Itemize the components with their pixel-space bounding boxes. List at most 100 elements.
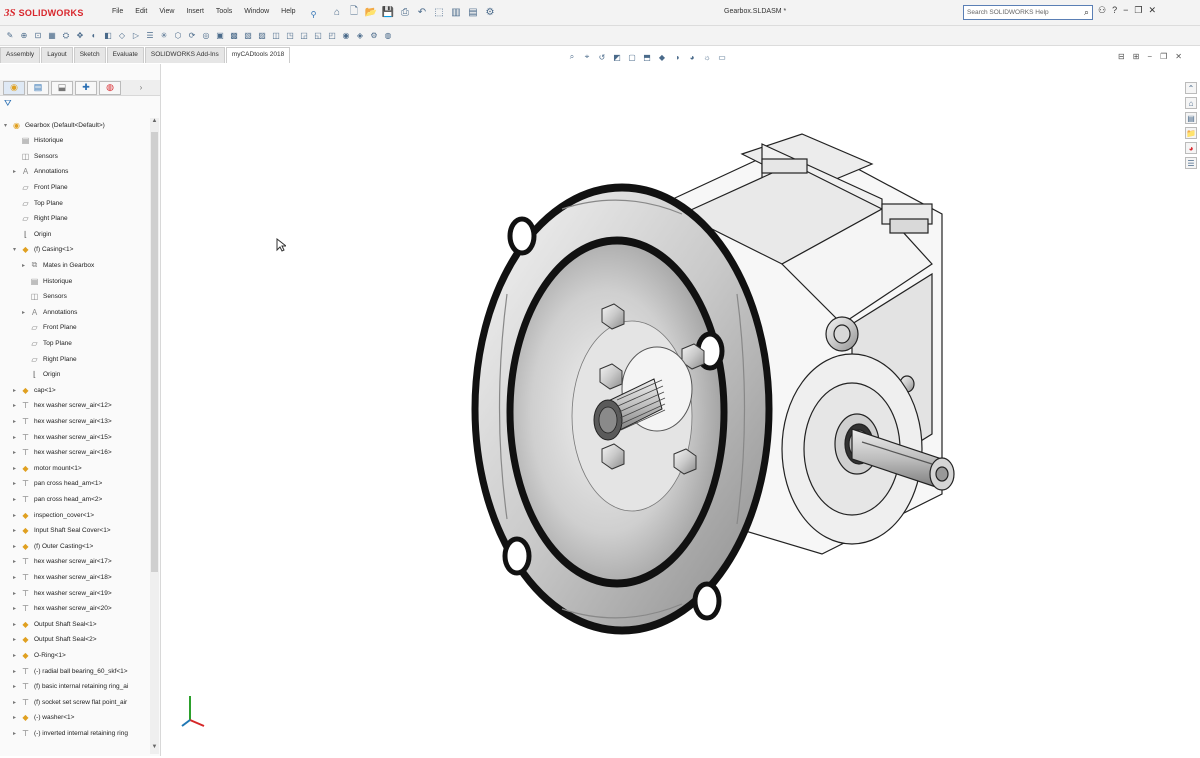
expand-icon[interactable]: ▸ [13,496,20,503]
expand-icon[interactable]: ▸ [13,636,20,643]
expand-icon[interactable]: ▸ [13,465,20,472]
pin-icon[interactable]: ⚲ [308,8,320,20]
scroll-down-icon[interactable]: ▼ [150,744,159,754]
hide-show-items-icon[interactable]: ◑ [671,51,683,63]
expand-icon[interactable]: ▸ [13,418,20,425]
scroll-thumb[interactable] [151,132,158,572]
viewport-tile-icon[interactable]: ⊞ [1133,52,1140,61]
open-folder-icon[interactable]: 📂 [364,5,378,19]
tab-sketch[interactable]: Sketch [73,47,106,63]
print-icon[interactable]: ⎙ [398,5,412,19]
tree-item[interactable]: ▸ ⊤ (f) basic internal retaining ring_ai [13,680,128,694]
property-manager-tab-icon[interactable]: ▤ [27,80,49,95]
tree-item[interactable]: ▱ Right Plane [13,212,67,226]
tree-item[interactable]: ▸ A Annotations [22,305,77,319]
zoom-area-icon[interactable]: ⌖ [581,51,593,63]
expand-icon[interactable]: ▸ [13,543,20,550]
tree-item[interactable]: ▸ ⊤ hex washer screw_air<19> [13,586,112,600]
help-icon[interactable]: ? [1112,5,1117,16]
tool-j-icon[interactable]: ◉ [340,30,352,42]
undo-icon[interactable]: ↶ [415,5,429,19]
pattern-icon[interactable]: ▦ [46,30,58,42]
tree-item[interactable]: ▸ ⧉ Mates in Gearbox [22,258,94,272]
tree-item[interactable]: ▸ ◆ (-) washer<1> [13,711,74,725]
expand-icon[interactable]: ▸ [13,652,20,659]
design-library-icon[interactable]: ▤ [1185,112,1197,124]
tree-item[interactable]: ▱ Front Plane [13,180,67,194]
tool-e-icon[interactable]: ◫ [270,30,282,42]
dimxpert-tab-icon[interactable]: ✚ [75,80,97,95]
menu-view[interactable]: View [159,8,174,20]
expand-icon[interactable]: ▸ [13,527,20,534]
tab-mycadtools[interactable]: myCADtools 2018 [225,47,291,63]
tree-item[interactable]: ▸ ⊤ hex washer screw_air<16> [13,446,112,460]
tree-item[interactable]: ▸ ⊤ hex washer screw_air<15> [13,430,112,444]
tree-item[interactable]: ⌊ Origin [13,227,51,241]
menu-window[interactable]: Window [244,8,269,20]
configuration-manager-tab-icon[interactable]: ⬓ [51,80,73,95]
viewport-split-icon[interactable]: ⊟ [1118,52,1125,61]
tree-item[interactable]: ▤ Historique [13,134,64,148]
select-icon[interactable]: ⬚ [432,5,446,19]
viewport-close-icon[interactable]: ✕ [1175,52,1182,61]
tree-item[interactable]: ◫ Sensors [22,290,67,304]
expand-icon[interactable]: ▸ [13,730,20,737]
filter-icon[interactable]: ⛛ [0,96,160,110]
tree-item[interactable]: ▸ ◆ O-Ring<1> [13,648,66,662]
zoom-to-fit-icon[interactable]: ⌕ [566,51,578,63]
view-settings-icon[interactable]: ▭ [716,51,728,63]
menu-help[interactable]: Help [281,8,295,20]
tool-i-icon[interactable]: ◰ [326,30,338,42]
tree-item[interactable]: ▸ ⊤ hex washer screw_air<20> [13,602,112,616]
expand-icon[interactable]: ▸ [13,434,20,441]
mate-icon[interactable]: ⊡ [32,30,44,42]
update-icon[interactable]: ⟳ [186,30,198,42]
hide-show-icon[interactable]: ◐ [88,30,100,42]
tool-c-icon[interactable]: ▧ [242,30,254,42]
file-properties-icon[interactable]: ▤ [466,5,480,19]
tree-item[interactable]: ▸ ⊤ hex washer screw_air<13> [13,414,112,428]
menu-insert[interactable]: Insert [186,8,204,20]
custom-properties-icon[interactable]: ☰ [1185,157,1197,169]
dynamic-annotation-icon[interactable]: ▢ [626,51,638,63]
instant3d-icon[interactable]: ⬡ [172,30,184,42]
edit-component-icon[interactable]: ✎ [4,30,16,42]
tree-item[interactable]: ▸ ⊤ pan cross head_am<1> [13,477,102,491]
tree-item[interactable]: ◫ Sensors [13,149,58,163]
tool-k-icon[interactable]: ◈ [354,30,366,42]
expand-icon[interactable]: ▸ [13,480,20,487]
search-icon[interactable]: ⌕ [1084,7,1089,18]
smart-fastener-icon[interactable]: ⛭ [60,30,72,42]
tree-item[interactable]: ▤ Historique [22,274,73,288]
previous-view-icon[interactable]: ↺ [596,51,608,63]
tree-scrollbar[interactable]: ▲ ▼ [150,118,159,754]
tree-item[interactable]: ▸ A Annotations [13,165,68,179]
close-icon[interactable]: ✕ [1148,5,1156,16]
insert-component-icon[interactable]: ⊕ [18,30,30,42]
tree-item[interactable]: ▱ Right Plane [22,352,76,366]
tool-a-icon[interactable]: ▣ [214,30,226,42]
collapse-icon[interactable]: ▾ [13,246,20,253]
tree-item[interactable]: ▾ ◆ (f) Casing<1> [13,243,73,257]
tree-item[interactable]: ▾ ◉ Gearbox (Default<Default>) [4,118,105,132]
assembly-features-icon[interactable]: ◧ [102,30,114,42]
appearances-icon[interactable]: ◕ [1185,142,1197,154]
tool-d-icon[interactable]: ▨ [256,30,268,42]
tree-item[interactable]: ▸ ◆ Output Shaft Seal<1> [13,617,97,631]
display-manager-tab-icon[interactable]: ◍ [99,80,121,95]
tab-addins[interactable]: SOLIDWORKS Add-Ins [144,47,225,63]
tree-item[interactable]: ⌊ Origin [22,368,60,382]
expand-icon[interactable]: ▸ [22,309,29,316]
large-design-review-icon[interactable]: ◎ [200,30,212,42]
menu-edit[interactable]: Edit [135,8,147,20]
tab-evaluate[interactable]: Evaluate [106,47,144,63]
expand-icon[interactable]: ▸ [13,558,20,565]
tree-item[interactable]: ▱ Top Plane [22,336,72,350]
expand-icon[interactable]: ▸ [13,512,20,519]
tool-l-icon[interactable]: ⚙ [368,30,380,42]
graphics-area[interactable] [162,64,1182,756]
tab-assembly[interactable]: Assembly [0,47,41,63]
expand-icon[interactable]: ▸ [13,621,20,628]
save-icon[interactable]: 💾 [381,5,395,19]
tree-item[interactable]: ▸ ◆ inspection_cover<1> [13,508,94,522]
